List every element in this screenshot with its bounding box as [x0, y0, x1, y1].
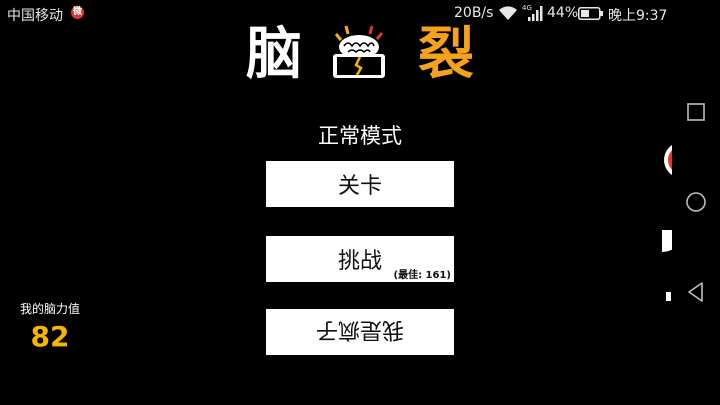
crazy-mode-button[interactable]: 我是疯子 [266, 309, 454, 355]
brain-power-label: 我的脑力值 [19, 302, 80, 316]
floating-half-circle-icon[interactable] [662, 230, 672, 252]
mode-label: 正常模式 [318, 124, 402, 148]
back-icon[interactable] [684, 280, 708, 304]
brain-logo [333, 25, 385, 78]
title-right-char: 裂 [418, 22, 474, 87]
floating-small-marker [666, 292, 671, 301]
network-speed: 20B/s [454, 5, 494, 21]
recent-apps-icon[interactable] [684, 100, 708, 124]
brain-power-value: 82 [30, 320, 70, 353]
challenge-button[interactable]: 挑战 (最佳: 161) [266, 236, 454, 282]
best-score-label: (最佳: 161) [393, 270, 452, 281]
network-type-label: 4G [522, 4, 532, 12]
levels-button-label: 关卡 [337, 174, 382, 199]
battery-percent: 44% [547, 5, 579, 21]
weibo-icon: 微 [71, 6, 84, 19]
wifi-icon [499, 6, 517, 20]
carrier-name: 中国移动 [7, 8, 63, 24]
signal-icon: 4G [522, 4, 543, 21]
levels-button[interactable]: 关卡 [266, 161, 454, 207]
navigation-bar [672, 0, 720, 405]
floating-red-badge-icon[interactable] [662, 140, 672, 180]
clock: 晚上9:37 [608, 8, 668, 24]
crazy-mode-button-label: 我是疯子 [315, 317, 404, 342]
home-icon[interactable] [684, 190, 708, 214]
challenge-button-label: 挑战 [337, 249, 382, 274]
title-left-char: 脑 [246, 22, 302, 87]
battery-icon [578, 7, 603, 20]
